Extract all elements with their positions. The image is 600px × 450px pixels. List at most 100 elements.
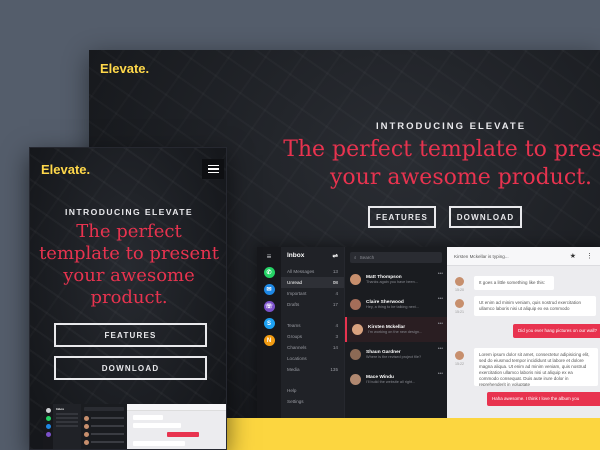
search-icon: ⌕ — [354, 255, 357, 260]
menu-icon[interactable]: ≡ — [267, 253, 272, 261]
folder-item-settings[interactable]: Settings — [281, 396, 344, 407]
message-time: 15:21 — [455, 310, 464, 314]
folder-count: 13 — [332, 269, 338, 274]
mini-thread — [84, 438, 124, 446]
message-time: 15:20 — [455, 288, 464, 292]
desktop-intro-text: INTRODUCING ELEVATE — [376, 121, 527, 132]
mini-folder-line — [56, 417, 78, 419]
menu-icon — [45, 408, 51, 413]
folder-label: Settings — [287, 399, 304, 404]
desktop-download-button[interactable]: DOWNLOAD — [449, 206, 522, 228]
thread-preview: Where is the revised project file? — [366, 355, 422, 359]
mini-folder-line — [56, 421, 78, 423]
folder-item-media[interactable]: Media 135 — [281, 364, 344, 375]
message-outgoing: Did you ever hang pictures on our wall? — [513, 324, 600, 338]
avatar — [350, 374, 361, 385]
avatar — [350, 274, 361, 285]
thread-preview: Thanks again you have been... — [366, 280, 418, 284]
star-icon[interactable]: ★ — [570, 252, 576, 260]
hamburger-line — [207, 164, 219, 167]
folder-panel: Inbox ⇌ All Messages 13 Unread 08 Import… — [281, 247, 344, 418]
folder-item-all-messages[interactable]: All Messages 13 — [281, 266, 344, 277]
whatsapp-icon[interactable]: ✆ — [263, 267, 275, 278]
more-icon[interactable]: ••• — [438, 346, 443, 352]
message-time: 15:22 — [455, 362, 464, 366]
mini-thread — [84, 430, 124, 438]
avatar — [352, 324, 363, 335]
thread-item[interactable]: Mace Windu I'll build the website all ri… — [345, 367, 447, 392]
folder-item-important[interactable]: Important 4 — [281, 288, 344, 299]
thread-item[interactable]: Shaun Gardner Where is the revised proje… — [345, 342, 447, 367]
folder-panel-header: Inbox ⇌ — [281, 252, 344, 266]
thread-item[interactable]: Matt Thompson Thanks again you have been… — [345, 267, 447, 292]
app-icon-rail: ≡ ✆ ✉ ☏ S N — [257, 247, 281, 418]
thread-item-active[interactable]: Kirsten Mckellar I'm working on the new … — [345, 317, 447, 342]
more-icon[interactable]: ••• — [438, 371, 443, 377]
folder-count: 135 — [330, 367, 338, 372]
avatar — [455, 351, 464, 360]
mobile-features-button[interactable]: FEATURES — [54, 323, 207, 347]
mini-search — [84, 407, 124, 411]
thread-item[interactable]: Claire Sherwood Hey, a thing to be talki… — [345, 292, 447, 317]
mini-thread — [84, 422, 124, 430]
hamburger-menu-icon[interactable] — [202, 159, 224, 179]
folder-label: Unread — [287, 280, 303, 285]
folder-item-help[interactable]: Help — [281, 385, 344, 396]
mini-message — [133, 441, 185, 446]
avatar — [84, 423, 89, 429]
folder-label: Groups — [287, 334, 303, 339]
folder-count: 4 — [335, 323, 338, 328]
messenger-icon — [45, 424, 51, 429]
search-placeholder: Search — [359, 255, 375, 260]
message-outgoing: Haha awesome. I think I love the album y… — [487, 392, 600, 406]
folder-count: 4 — [335, 291, 338, 296]
thread-info: Mace Windu I'll build the website all ri… — [366, 375, 442, 384]
desktop-features-button[interactable]: FEATURES — [368, 206, 436, 228]
mobile-download-button[interactable]: DOWNLOAD — [54, 356, 207, 380]
avatar — [350, 299, 361, 310]
avatar — [350, 349, 361, 360]
thread-info: Matt Thompson Thanks again you have been… — [366, 275, 442, 284]
folder-item-locations[interactable]: Locations — [281, 353, 344, 364]
thread-list: ⌕ Search Matt Thompson Thanks again you … — [344, 247, 447, 418]
more-icon[interactable]: ••• — [438, 296, 443, 302]
chat-panel: Kirsten Mckellar is typing... ★ ⋮ 15:20 … — [447, 247, 600, 418]
mini-thread-list — [81, 404, 127, 449]
mini-thread-line — [91, 425, 124, 427]
mobile-mockup: Elevate. INTRODUCING ELEVATE The perfect… — [29, 147, 227, 450]
folder-spacer — [281, 310, 344, 320]
more-icon[interactable]: ••• — [438, 271, 443, 277]
hamburger-line — [207, 168, 219, 170]
notification-icon[interactable]: N — [263, 335, 275, 346]
folder-item-channels[interactable]: Channels 14 — [281, 342, 344, 353]
sliders-icon[interactable]: ⇌ — [333, 252, 338, 260]
skype-icon[interactable]: S — [263, 318, 275, 329]
folder-count: 17 — [332, 302, 338, 307]
avatar — [84, 431, 89, 437]
thread-info: Kirsten Mckellar I'm working on the new … — [368, 325, 442, 334]
more-icon[interactable]: ••• — [438, 321, 443, 327]
folder-item-drafts[interactable]: Drafts 17 — [281, 299, 344, 310]
folder-item-unread[interactable]: Unread 08 — [281, 277, 344, 288]
folder-item-teams[interactable]: Teams 4 — [281, 320, 344, 331]
typing-indicator: Kirsten Mckellar is typing... — [454, 253, 509, 259]
mobile-headline: The perfect template to present your awe… — [39, 221, 219, 308]
message-incoming: It goes a little something like this: — [474, 276, 554, 290]
mini-message — [167, 432, 199, 437]
chat-header: Kirsten Mckellar is typing... ★ ⋮ — [447, 247, 600, 266]
viber-icon — [45, 432, 51, 437]
mobile-brand-logo[interactable]: Elevate. — [41, 162, 90, 177]
more-icon[interactable]: ⋮ — [586, 252, 593, 260]
inbox-title: Inbox — [287, 252, 305, 259]
mini-thread-line — [91, 433, 124, 435]
folder-item-groups[interactable]: Groups 3 — [281, 331, 344, 342]
whatsapp-icon — [45, 416, 51, 421]
messenger-icon[interactable]: ✉ — [263, 284, 275, 295]
avatar — [84, 415, 89, 421]
desktop-brand-logo[interactable]: Elevate. — [100, 61, 149, 76]
thread-search[interactable]: ⌕ Search — [350, 252, 442, 263]
folder-count: 14 — [332, 345, 338, 350]
viber-icon[interactable]: ☏ — [263, 301, 275, 312]
folder-spacer — [281, 375, 344, 385]
thread-preview: I'll build the website all right... — [366, 380, 416, 384]
